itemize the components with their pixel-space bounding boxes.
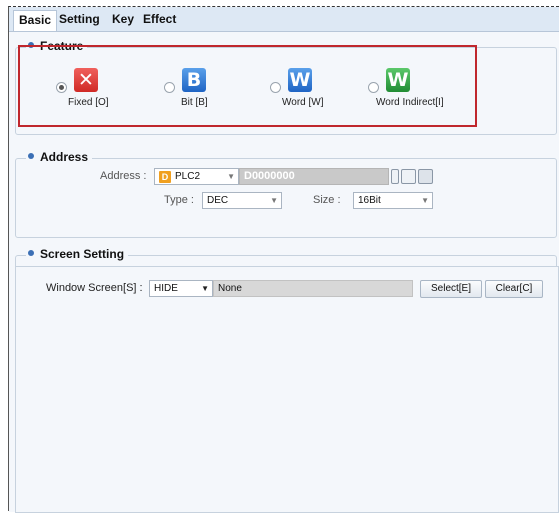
address-title-text: Address [40,150,89,164]
clear-button[interactable]: Clear[C] [485,280,543,298]
type-value: DEC [207,195,229,206]
type-select[interactable]: DEC ▼ [202,192,282,209]
keypad-icon[interactable] [418,169,433,184]
type-label: Type : [164,194,194,206]
screen-setting-panel: Window Screen[S] : HIDE ▼ None Select[E]… [15,266,559,513]
select-button[interactable]: Select[E] [420,280,482,298]
size-label: Size : [313,194,341,206]
screen-title-text: Screen Setting [40,247,125,261]
feature-highlight-box [18,45,477,127]
window-screen-label: Window Screen[S] : [46,282,143,294]
address-group: Address Address : D PLC2 ▼ D0000000 Type … [15,150,557,238]
size-select[interactable]: 16Bit ▼ [353,192,433,209]
spin-icon[interactable] [391,169,399,184]
screen-name-field[interactable]: None [213,280,413,297]
tab-effect[interactable]: Effect [143,12,176,26]
chevron-down-icon: ▼ [201,284,209,293]
bullet-icon [28,153,34,159]
screen-setting-title: Screen Setting [26,247,129,261]
tab-key[interactable]: Key [112,12,134,26]
tab-basic[interactable]: Basic [13,10,58,31]
size-value: 16Bit [358,195,381,206]
bullet-icon [28,250,34,256]
window-screen-select[interactable]: HIDE ▼ [149,280,213,297]
plc-value: PLC2 [175,171,201,182]
chevron-down-icon: ▼ [270,196,278,205]
tab-setting[interactable]: Setting [59,12,100,26]
window-screen-value: HIDE [154,283,178,294]
address-label: Address : [100,170,147,182]
plc-select[interactable]: D PLC2 ▼ [154,168,239,185]
plc-d-icon: D [159,171,171,183]
chevron-down-icon: ▼ [227,172,235,181]
address-group-title: Address [26,150,93,164]
address-browse-icon[interactable] [401,169,416,184]
device-address-field[interactable]: D0000000 [239,168,389,185]
tab-bar: Basic Setting Key Effect [9,7,559,31]
chevron-down-icon: ▼ [421,196,429,205]
